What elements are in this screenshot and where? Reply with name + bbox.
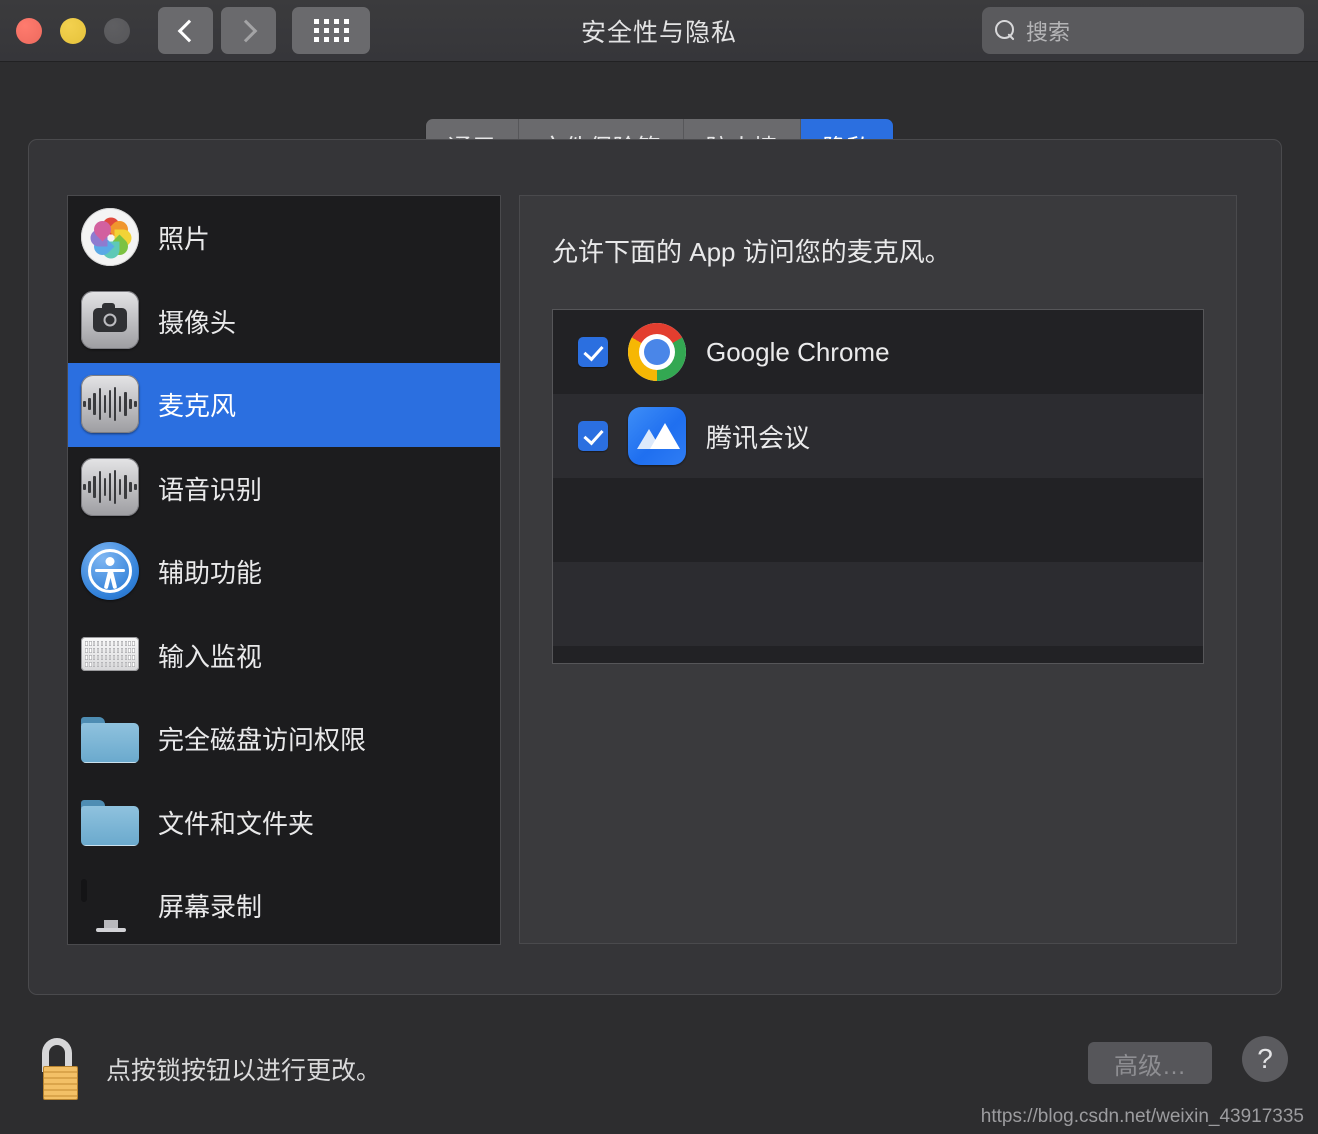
sidebar-item-label: 完全磁盘访问权限 — [158, 725, 367, 756]
permission-description: 允许下面的 App 访问您的麦克风。 — [552, 237, 951, 267]
app-checkbox[interactable] — [578, 421, 608, 451]
sidebar-item-speech-recognition[interactable]: 语音识别 — [68, 447, 500, 531]
camera-icon — [81, 291, 141, 351]
sidebar-item-label: 麦克风 — [158, 391, 237, 422]
allowed-apps-list[interactable]: Google Chrome 腾讯会议 — [552, 309, 1204, 664]
lock-hint-text: 点按锁按钮以进行更改。 — [106, 1057, 382, 1085]
sidebar-item-label: 辅助功能 — [158, 558, 263, 589]
back-button[interactable] — [158, 7, 213, 54]
window-titlebar: 安全性与隐私 搜索 — [0, 0, 1318, 62]
sidebar-item-photos[interactable]: 照片 — [68, 196, 500, 280]
sidebar-item-label: 语音识别 — [158, 474, 263, 505]
app-checkbox[interactable] — [578, 337, 608, 367]
list-item-empty — [553, 478, 1203, 562]
watermark-text: https://blog.csdn.net/weixin_43917335 — [980, 1106, 1304, 1127]
search-placeholder: 搜索 — [1026, 19, 1071, 45]
zoom-button — [104, 17, 130, 44]
sidebar-item-label: 摄像头 — [158, 307, 237, 338]
sidebar-item-input-monitoring[interactable]: 输入监视 — [68, 614, 500, 698]
list-item[interactable]: 腾讯会议 — [553, 394, 1203, 478]
keyboard-icon — [81, 625, 141, 685]
sidebar-item-label: 屏幕录制 — [158, 892, 263, 923]
app-name: 腾讯会议 — [706, 422, 811, 453]
navigation-buttons — [158, 7, 276, 54]
minimize-button[interactable] — [60, 17, 86, 44]
sidebar-item-screen-recording[interactable]: 屏幕录制 — [68, 864, 500, 944]
traffic-lights — [16, 17, 130, 44]
photos-icon — [81, 207, 141, 268]
back-chevron-icon — [177, 19, 200, 42]
sidebar-item-camera[interactable]: 摄像头 — [68, 280, 500, 364]
search-field[interactable]: 搜索 — [982, 7, 1304, 54]
sidebar-item-label: 照片 — [158, 224, 211, 255]
permission-content-pane: 允许下面的 App 访问您的麦克风。 Google Chrome 腾讯会议 — [519, 195, 1237, 944]
tencent-meeting-icon — [628, 407, 686, 465]
sidebar-item-full-disk-access[interactable]: 完全磁盘访问权限 — [68, 697, 500, 781]
sidebar-item-microphone[interactable]: 麦克风 — [68, 363, 500, 447]
help-button[interactable]: ? — [1242, 1036, 1288, 1082]
advanced-button[interactable]: 高级… — [1088, 1042, 1212, 1084]
lock-area: 点按锁按钮以进行更改。 — [36, 1038, 381, 1100]
forward-chevron-icon — [234, 19, 257, 42]
search-icon — [995, 20, 1016, 41]
grid-icon — [313, 19, 349, 42]
bottom-bar: 点按锁按钮以进行更改。 高级… ? https://blog.csdn.net/… — [0, 1016, 1318, 1134]
folder-icon — [81, 709, 141, 769]
sidebar-item-label: 文件和文件夹 — [158, 808, 315, 839]
privacy-category-list[interactable]: 照片 摄像头 麦克风 语音识别 辅助功能 输入监视 完全磁盘访问权限 文件和文件… — [67, 195, 501, 945]
folder-icon — [81, 792, 141, 852]
sidebar-item-accessibility[interactable]: 辅助功能 — [68, 530, 500, 614]
display-icon — [81, 876, 141, 936]
chrome-icon — [628, 323, 686, 381]
privacy-panel: 照片 摄像头 麦克风 语音识别 辅助功能 输入监视 完全磁盘访问权限 文件和文件… — [28, 139, 1282, 995]
list-item[interactable]: Google Chrome — [553, 310, 1203, 394]
show-all-button[interactable] — [292, 7, 370, 54]
forward-button — [221, 7, 276, 54]
microphone-icon — [81, 374, 141, 435]
sidebar-item-files-and-folders[interactable]: 文件和文件夹 — [68, 781, 500, 865]
unlocked-padlock-icon[interactable] — [36, 1038, 84, 1100]
list-item-empty — [553, 646, 1203, 663]
close-button[interactable] — [16, 17, 42, 44]
speech-icon — [81, 458, 141, 518]
app-name: Google Chrome — [706, 336, 890, 367]
list-item-empty — [553, 562, 1203, 646]
accessibility-icon — [81, 541, 141, 602]
sidebar-item-label: 输入监视 — [158, 641, 263, 672]
